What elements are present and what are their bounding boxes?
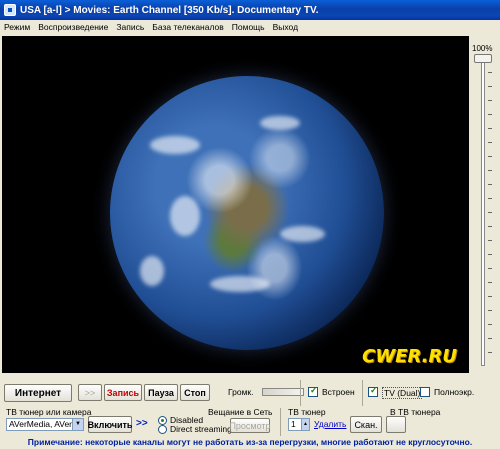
spin-arrows-icon: ▲	[301, 419, 309, 430]
menu-bar: Режим Воспроизведение Запись База телека…	[0, 20, 500, 34]
volume-bar-fill	[263, 389, 303, 395]
menu-playback[interactable]: Воспроизведение	[38, 22, 108, 32]
notice-text: Примечание: некоторые каналы могут не ра…	[27, 437, 473, 447]
internet-button[interactable]: Интернет	[4, 384, 72, 402]
tuner-device-value: AVerMedia, AVerT	[9, 419, 78, 429]
separator	[300, 380, 301, 406]
tv-tuner-group-label: ТВ тюнер	[288, 407, 326, 417]
window-title: USA [a-l] > Movies: Earth Channel [350 K…	[20, 4, 319, 16]
menu-record[interactable]: Запись	[116, 22, 144, 32]
record-button[interactable]: Запись	[104, 384, 142, 401]
embedded-checkbox[interactable]	[308, 385, 318, 397]
volume-percent-label: 100%	[472, 44, 493, 53]
volume-slider[interactable]	[472, 54, 494, 372]
menu-help[interactable]: Помощь	[232, 22, 265, 32]
direct-streaming-radio[interactable]	[158, 425, 167, 434]
tuner-group-label: ТВ тюнер или камера	[6, 407, 92, 417]
volume-slider-track	[481, 58, 485, 366]
separator	[280, 408, 281, 436]
menu-mode[interactable]: Режим	[4, 22, 30, 32]
earth-image	[110, 76, 384, 350]
channel-stepper[interactable]: 1 ▲	[288, 418, 310, 431]
volume-slider-thumb[interactable]	[474, 54, 492, 63]
delete-channel-link[interactable]: Удалить	[314, 419, 346, 429]
scan-button[interactable]: Скан.	[350, 416, 382, 433]
menu-exit[interactable]: Выход	[273, 22, 298, 32]
enable-tuner-button[interactable]: Включить	[88, 416, 132, 433]
pause-button[interactable]: Пауза	[144, 384, 178, 401]
tv-dual-label: TV (Dual)	[382, 387, 423, 399]
title-bar[interactable]: USA [a-l] > Movies: Earth Channel [350 K…	[0, 0, 500, 20]
network-group-label: Вещание в Сеть	[208, 407, 273, 417]
menu-channel-database[interactable]: База телеканалов	[152, 22, 223, 32]
control-panel: Интернет >> Запись Пауза Стоп Громк. Вст…	[0, 378, 500, 449]
tuner-forward-button[interactable]: >>	[136, 418, 148, 429]
embedded-label: Встроен	[322, 387, 355, 397]
blank-button[interactable]	[386, 416, 406, 433]
video-display[interactable]: CWER.RU	[2, 36, 469, 373]
separator	[362, 380, 363, 406]
channel-value: 1	[291, 419, 296, 429]
preview-button[interactable]: Просмотр	[229, 418, 271, 433]
tv-dual-checkbox[interactable]	[368, 385, 378, 397]
fullscreen-checkbox[interactable]	[420, 387, 430, 397]
app-icon	[4, 4, 16, 16]
volume-slider-ticks	[488, 58, 492, 366]
volume-label: Громк.	[228, 387, 254, 397]
tuner-device-select[interactable]: AVerMedia, AVerT ▼	[6, 418, 84, 431]
forward-button[interactable]: >>	[78, 384, 102, 401]
direct-streaming-label: Direct streaming	[170, 424, 232, 434]
volume-bar[interactable]	[262, 388, 304, 396]
watermark-logo: CWER.RU	[362, 346, 457, 367]
fullscreen-label: Полноэкр.	[434, 387, 475, 397]
stop-button[interactable]: Стоп	[180, 384, 210, 401]
tuner-extra-label: В ТВ тюнера	[390, 407, 441, 417]
chevron-down-icon: ▼	[72, 419, 83, 430]
disabled-radio[interactable]	[158, 416, 167, 425]
